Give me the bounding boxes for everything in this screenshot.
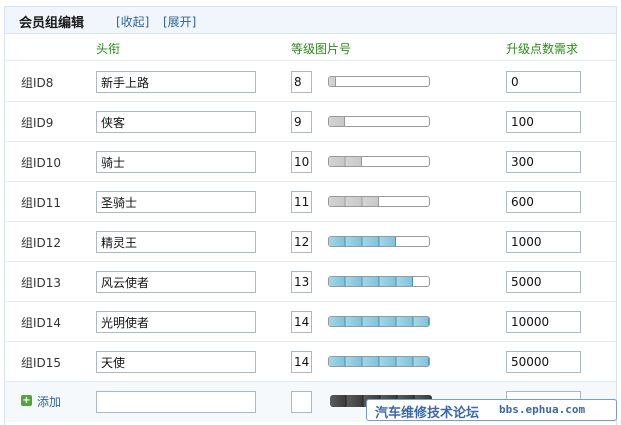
level-bar-preview	[328, 116, 430, 127]
level-bar-fill	[329, 237, 396, 246]
level-bar-preview	[328, 276, 430, 287]
watermark-banner: 汽车维修技术论坛 bbs.ephua.com	[366, 399, 617, 421]
group-title-input[interactable]	[96, 351, 256, 373]
new-level-input[interactable]	[291, 391, 312, 413]
group-id-label: 组ID15	[21, 356, 62, 370]
level-bar-fill	[329, 197, 379, 206]
level-bar-fill	[329, 317, 429, 326]
points-required-input[interactable]	[506, 231, 581, 253]
group-title-input[interactable]	[96, 271, 256, 293]
level-bar-preview	[328, 316, 430, 327]
group-title-input[interactable]	[96, 311, 256, 333]
group-title-input[interactable]	[96, 191, 256, 213]
points-required-input[interactable]	[506, 311, 581, 333]
group-row: 组ID12	[5, 222, 616, 262]
column-header-level-image: 等级图片号	[291, 42, 352, 56]
group-row: 组ID11	[5, 182, 616, 222]
group-id-label: 组ID10	[21, 156, 62, 170]
level-image-input[interactable]	[291, 271, 312, 293]
points-required-input[interactable]	[506, 151, 581, 173]
group-row: 组ID10	[5, 142, 616, 182]
page-title: 会员组编辑	[19, 16, 85, 31]
level-image-input[interactable]	[291, 231, 312, 253]
group-title-input[interactable]	[96, 151, 256, 173]
group-title-input[interactable]	[96, 111, 256, 133]
points-required-input[interactable]	[506, 111, 581, 133]
level-image-input[interactable]	[291, 351, 312, 373]
level-bar-fill	[329, 277, 413, 286]
level-bar-fill	[329, 357, 429, 366]
group-row: 组ID14	[5, 302, 616, 342]
level-bar-preview	[328, 156, 430, 167]
group-id-label: 组ID14	[21, 316, 62, 330]
column-header-row: 头衔 等级图片号 升级点数需求	[5, 35, 616, 61]
level-image-input[interactable]	[291, 151, 312, 173]
level-bar-fill	[329, 157, 362, 166]
add-link[interactable]: 添加	[37, 393, 61, 410]
points-required-input[interactable]	[506, 351, 581, 373]
add-plus-icon[interactable]: +	[21, 395, 32, 406]
level-bar-preview	[328, 196, 430, 207]
group-row: 组ID13	[5, 262, 616, 302]
level-bar-fill	[329, 117, 345, 126]
member-group-editor: 会员组编辑 [收起] [展开] 头衔 等级图片号 升级点数需求 组ID8 组ID9…	[4, 6, 617, 425]
group-id-label: 组ID11	[21, 196, 62, 210]
group-row: 组ID15	[5, 342, 616, 382]
level-image-input[interactable]	[291, 311, 312, 333]
group-id-label: 组ID13	[21, 276, 62, 290]
level-image-input[interactable]	[291, 111, 312, 133]
watermark-url: bbs.ephua.com	[499, 403, 586, 416]
level-bar-preview	[328, 356, 430, 367]
watermark-text-cn: 汽车维修技术论坛	[375, 406, 480, 421]
group-id-label: 组ID9	[21, 116, 54, 130]
column-header-title: 头衔	[96, 42, 121, 56]
group-id-label: 组ID12	[21, 236, 62, 250]
group-row: 组ID8	[5, 62, 616, 102]
new-title-input[interactable]	[96, 391, 256, 413]
points-required-input[interactable]	[506, 71, 581, 93]
group-row: 组ID9	[5, 102, 616, 142]
level-image-input[interactable]	[291, 191, 312, 213]
level-bar-preview	[328, 76, 430, 87]
points-required-input[interactable]	[506, 271, 581, 293]
column-header-points: 升级点数需求	[506, 42, 579, 56]
group-title-input[interactable]	[96, 71, 256, 93]
level-bar-preview	[328, 236, 430, 247]
level-bar-fill	[329, 77, 336, 86]
collapse-link[interactable]: [收起]	[116, 13, 149, 30]
group-title-input[interactable]	[96, 231, 256, 253]
level-image-input[interactable]	[291, 71, 312, 93]
expand-link[interactable]: [展开]	[163, 13, 196, 30]
group-id-label: 组ID8	[21, 76, 54, 90]
title-bar: 会员组编辑 [收起] [展开]	[5, 7, 616, 34]
points-required-input[interactable]	[506, 191, 581, 213]
